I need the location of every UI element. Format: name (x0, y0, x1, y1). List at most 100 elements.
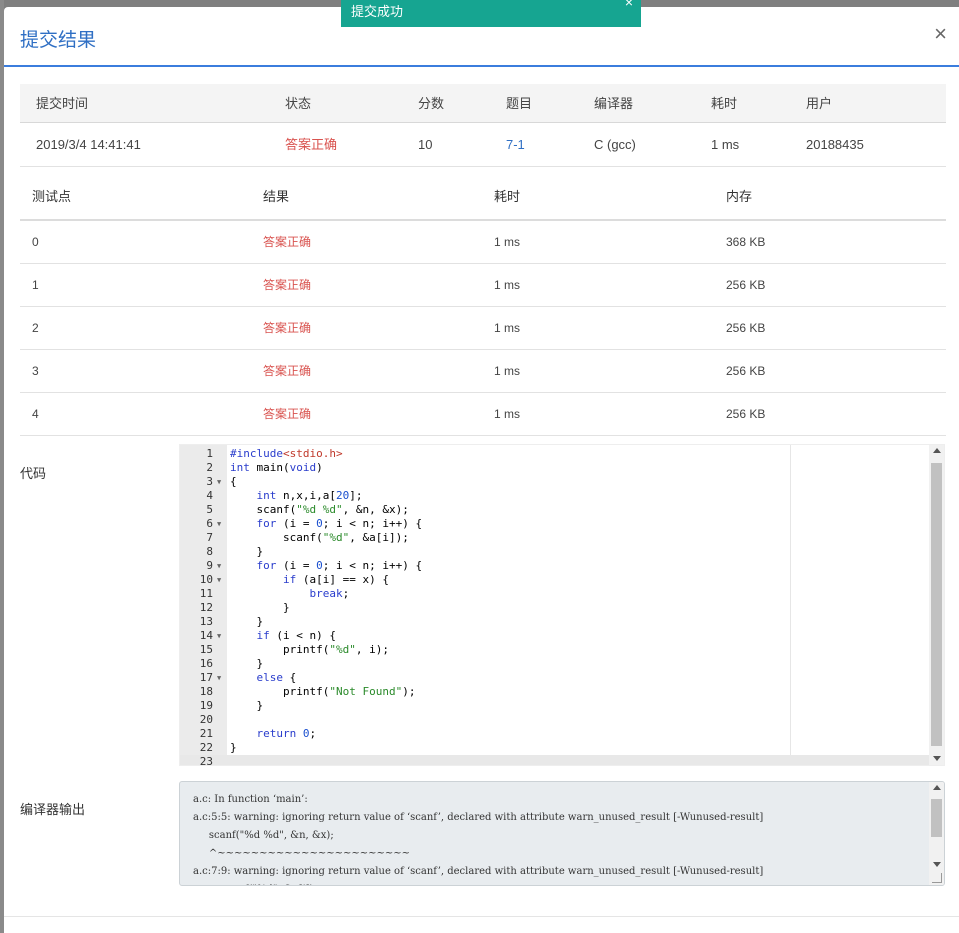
testcase-time: 1 ms (494, 407, 521, 421)
code-line: 2 int main(void) (180, 461, 930, 475)
code-text: } (230, 615, 264, 628)
code-text: for (i = 0; i < n; i++) { (256, 559, 423, 572)
line-number: 15 (199, 643, 213, 656)
summary-table: 提交时间 状态 分数 题目 编译器 耗时 用户 2019/3/4 14:41:4… (20, 84, 946, 167)
output-scroll-up-icon[interactable] (933, 785, 941, 790)
output-scroll-thumb[interactable] (931, 799, 942, 837)
line-number: 13 (199, 615, 213, 628)
line-number: 21 (199, 727, 213, 740)
code-line: 20 (180, 713, 930, 727)
line-number: 7 (206, 531, 213, 544)
scroll-up-icon[interactable] (933, 448, 941, 453)
problem-link[interactable]: 7-1 (506, 123, 525, 167)
code-text: int n,x,i,a[20]; (256, 489, 363, 502)
code-editor[interactable]: 1 #include<stdio.h> 2 int main(void) 3 ▼ {4 in… (179, 444, 945, 766)
toast-message: 提交成功 (351, 4, 404, 19)
code-text: else { (256, 671, 297, 684)
user-id: 20188435 (806, 137, 864, 152)
header-time: 耗时 (494, 189, 521, 204)
line-number: 17 (199, 671, 213, 684)
code-text: for (i = 0; i < n; i++) { (256, 517, 423, 530)
code-text: printf("%d", i); (230, 643, 389, 656)
fold-arrow-icon[interactable]: ▼ (217, 559, 221, 573)
code-scroll-thumb[interactable] (931, 463, 942, 746)
code-line: 15 printf("%d", i); (180, 643, 930, 657)
fold-arrow-icon[interactable]: ▼ (217, 671, 221, 685)
testcase-time: 1 ms (494, 278, 521, 292)
line-number: 20 (199, 713, 213, 726)
toast-close-icon[interactable]: × (625, 0, 633, 10)
line-number: 4 (206, 489, 213, 502)
code-scrollbar[interactable] (929, 445, 944, 765)
score: 10 (418, 137, 433, 152)
compiler-output-box[interactable]: a.c: In function ‘main’: a.c:5:5: warnin… (179, 781, 945, 886)
code-text: } (230, 545, 264, 558)
line-number: 14 (199, 629, 213, 642)
line-number: 10 (199, 573, 213, 586)
code-text: if (a[i] == x) { (282, 573, 389, 586)
testcase-id: 3 (32, 364, 39, 378)
line-number: 11 (199, 587, 213, 600)
code-text: printf("Not Found"); (230, 685, 416, 698)
testcase-row: 0 答案正确 1 ms 368 KB (20, 221, 946, 264)
testcase-result: 答案正确 (263, 278, 312, 292)
testcase-result: 答案正确 (263, 235, 312, 249)
header-compiler: 编译器 (594, 96, 634, 111)
line-number: 2 (206, 461, 213, 474)
header-submit-time: 提交时间 (36, 96, 89, 111)
testcase-id: 4 (32, 407, 39, 421)
testcase-time: 1 ms (494, 321, 521, 335)
line-number: 16 (199, 657, 213, 670)
testcase-row: 1 答案正确 1 ms 256 KB (20, 264, 946, 307)
code-line: 19 } (180, 699, 930, 713)
scroll-down-icon[interactable] (933, 756, 941, 761)
submission-result-modal: 提交结果 × 提交时间 状态 分数 题目 编译器 耗时 用户 2019/3/4 … (4, 7, 959, 933)
testcase-id: 2 (32, 321, 39, 335)
code-text: } (230, 699, 264, 712)
resize-handle-icon[interactable] (932, 873, 942, 883)
code-text: { (230, 475, 237, 488)
code-text: int main(void) (230, 461, 323, 474)
code-line: 4 int n,x,i,a[20]; (180, 489, 930, 503)
line-number: 8 (206, 545, 213, 558)
code-line: 18 printf("Not Found"); (180, 685, 930, 699)
compiler-output-label: 编译器输出 (20, 802, 86, 817)
line-number: 12 (199, 601, 213, 614)
line-number: 22 (199, 741, 213, 754)
code-line: 8 } (180, 545, 930, 559)
testcase-memory: 256 KB (726, 364, 766, 378)
testcase-row: 4 答案正确 1 ms 256 KB (20, 393, 946, 436)
testcase-row: 2 答案正确 1 ms 256 KB (20, 307, 946, 350)
code-line: 1 #include<stdio.h> (180, 447, 930, 461)
line-number: 18 (199, 685, 213, 698)
code-line: 22} (180, 741, 930, 755)
fold-arrow-icon[interactable]: ▼ (217, 629, 221, 643)
header-result: 结果 (263, 189, 290, 204)
code-text: return 0; (256, 727, 317, 740)
header-elapsed: 耗时 (711, 96, 738, 111)
output-scroll-down-icon[interactable] (933, 862, 941, 867)
testcase-memory: 256 KB (726, 321, 766, 335)
code-text: if (i < n) { (256, 629, 336, 642)
modal-title: 提交结果 (20, 30, 97, 51)
code-text: #include<stdio.h> (230, 447, 343, 460)
success-toast: 提交成功 × (341, 0, 641, 27)
code-line: 6 ▼ for (i = 0; i < n; i++) { (180, 517, 930, 531)
fold-arrow-icon[interactable]: ▼ (217, 475, 221, 489)
compiler: C (gcc) (594, 137, 636, 152)
code-text: } (230, 601, 290, 614)
code-text: } (230, 657, 264, 670)
testcase-memory: 256 KB (726, 407, 766, 421)
code-label: 代码 (20, 466, 47, 481)
header-problem: 题目 (506, 96, 533, 111)
line-number: 5 (206, 503, 213, 516)
fold-arrow-icon[interactable]: ▼ (217, 573, 221, 587)
code-line: 23 (180, 755, 930, 765)
header-user: 用户 (806, 96, 833, 111)
code-line: 3 ▼ { (180, 475, 930, 489)
output-scrollbar[interactable] (929, 782, 944, 885)
close-icon[interactable]: × (934, 23, 947, 45)
fold-arrow-icon[interactable]: ▼ (217, 517, 221, 531)
code-line: 5 scanf("%d %d", &n, &x); (180, 503, 930, 517)
compiler-output-text: a.c: In function ‘main’: a.c:5:5: warnin… (193, 794, 764, 885)
